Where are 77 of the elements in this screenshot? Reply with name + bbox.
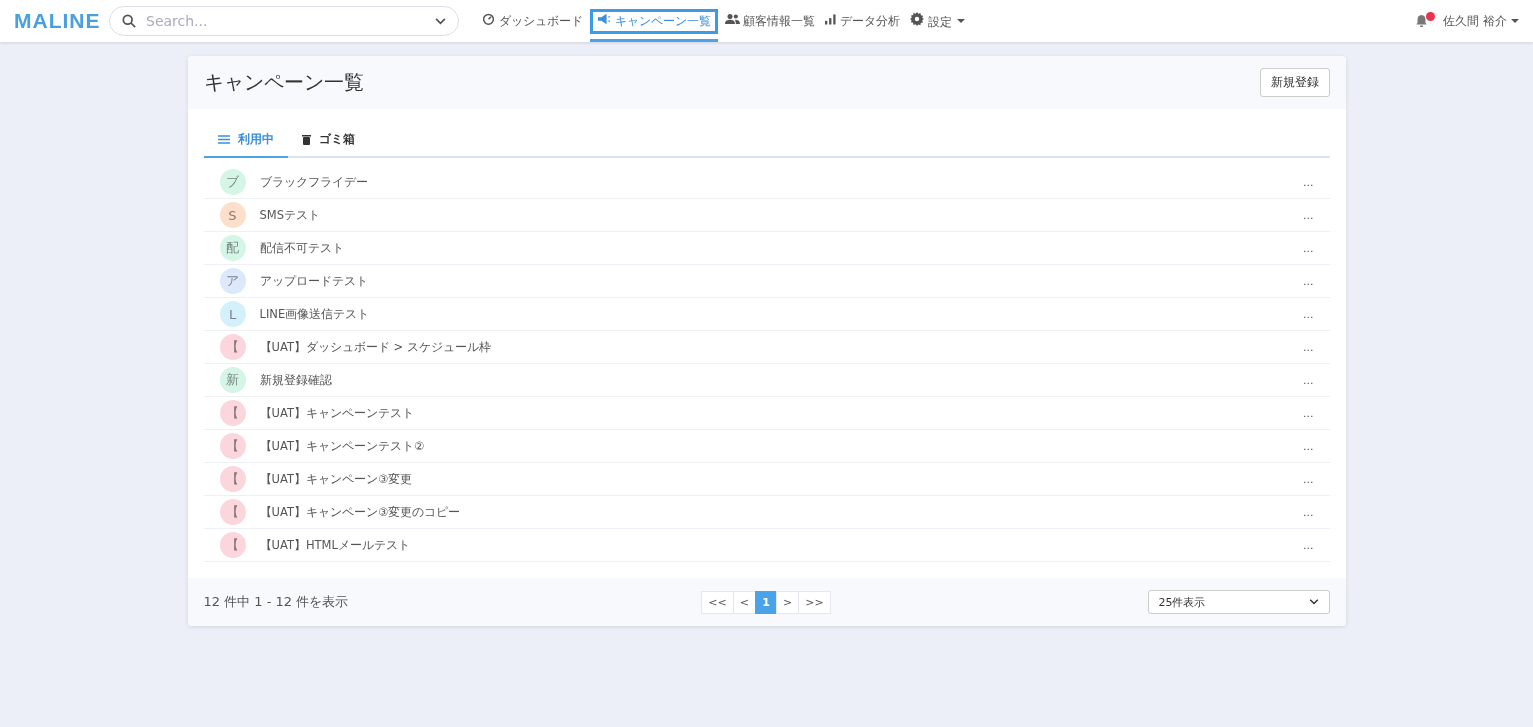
- page-title: キャンペーン一覧: [203, 69, 364, 96]
- campaign-name: 【UAT】キャンペーンテスト: [259, 405, 415, 421]
- megaphone-icon: [596, 12, 611, 25]
- gear-icon: [910, 11, 925, 26]
- avatar: 配: [219, 235, 246, 261]
- campaign-row[interactable]: S SMSテスト ...: [203, 199, 1330, 232]
- tab[interactable]: 利用中: [203, 127, 288, 158]
- campaign-name: 新規登録確認: [259, 372, 333, 388]
- page-button[interactable]: >: [776, 590, 800, 614]
- campaign-name: 【UAT】キャンペーン③変更: [259, 471, 414, 487]
- nav-link[interactable]: ダッシュボード: [479, 0, 586, 42]
- more-menu[interactable]: ...: [1303, 373, 1314, 387]
- campaign-row[interactable]: 【 【UAT】キャンペーン③変更 ...: [203, 463, 1330, 496]
- campaign-name: 【UAT】キャンペーン③変更のコピー: [259, 504, 462, 520]
- avatar: ア: [219, 268, 246, 294]
- avatar: 【: [219, 532, 246, 558]
- bar-chart-icon: [825, 12, 837, 25]
- page-button[interactable]: >>: [798, 590, 831, 614]
- avatar: 【: [219, 334, 246, 360]
- campaign-row[interactable]: 【 【UAT】キャンペーンテスト ...: [203, 397, 1330, 430]
- more-menu[interactable]: ...: [1303, 439, 1314, 453]
- avatar: 【: [219, 433, 246, 459]
- avatar: 【: [219, 466, 246, 492]
- campaign-row[interactable]: 新 新規登録確認 ...: [203, 364, 1330, 397]
- list-icon: [217, 135, 230, 144]
- avatar: L: [219, 301, 246, 327]
- bell-icon[interactable]: [1415, 14, 1432, 28]
- more-menu[interactable]: ...: [1303, 406, 1314, 420]
- campaign-name: ブラックフライデー: [259, 174, 369, 190]
- campaign-row[interactable]: 配 配信不可テスト ...: [203, 232, 1330, 265]
- avatar: ブ: [219, 169, 246, 195]
- people-icon: [724, 12, 740, 25]
- avatar: 【: [219, 499, 246, 525]
- more-menu[interactable]: ...: [1303, 241, 1314, 255]
- campaign-row[interactable]: ブ ブラックフライデー ...: [203, 166, 1330, 199]
- nav-link[interactable]: キャンペーン一覧: [589, 0, 718, 42]
- chevron-down-icon: [435, 18, 446, 25]
- caret-icon: [957, 19, 966, 23]
- campaign-row[interactable]: 【 【UAT】HTMLメールテスト ...: [203, 529, 1330, 562]
- more-menu[interactable]: ...: [1303, 538, 1314, 552]
- more-menu[interactable]: ...: [1303, 208, 1314, 222]
- campaign-row[interactable]: ア アップロードテスト ...: [203, 265, 1330, 298]
- user-menu[interactable]: 佐久間 裕介: [1443, 12, 1519, 30]
- campaign-row[interactable]: L LINE画像送信テスト ...: [203, 298, 1330, 331]
- avatar: 【: [219, 400, 246, 426]
- nav-link[interactable]: データ分析: [822, 0, 904, 42]
- nav-link[interactable]: 顧客情報一覧: [721, 0, 819, 42]
- campaign-row[interactable]: 【 【UAT】ダッシュボード > スケジュール枠 ...: [203, 331, 1330, 364]
- avatar: S: [219, 202, 246, 228]
- campaign-name: LINE画像送信テスト: [259, 306, 371, 322]
- result-summary: 12 件中 1 - 12 件を表示: [203, 593, 350, 611]
- page-button[interactable]: <: [732, 590, 756, 614]
- chevron-down-icon: [1308, 599, 1319, 605]
- campaign-name: 【UAT】ダッシュボード > スケジュール枠: [259, 339, 492, 355]
- more-menu[interactable]: ...: [1303, 472, 1314, 486]
- campaign-row[interactable]: 【 【UAT】キャンペーン③変更のコピー ...: [203, 496, 1330, 529]
- nav-link[interactable]: 設定: [907, 0, 969, 42]
- tab[interactable]: ゴミ箱: [287, 127, 369, 158]
- avatar: 新: [219, 367, 246, 393]
- new-button[interactable]: 新規登録: [1259, 68, 1330, 97]
- campaign-name: 【UAT】キャンペーンテスト②: [259, 438, 426, 454]
- more-menu[interactable]: ...: [1303, 505, 1314, 519]
- search-icon: [122, 14, 136, 28]
- more-menu[interactable]: ...: [1303, 175, 1314, 189]
- more-menu[interactable]: ...: [1303, 340, 1314, 354]
- campaign-name: 【UAT】HTMLメールテスト: [259, 537, 411, 553]
- gauge-icon: [482, 12, 495, 25]
- campaign-name: SMSテスト: [259, 207, 322, 223]
- trash-icon: [301, 134, 311, 145]
- campaign-row[interactable]: 【 【UAT】キャンペーンテスト② ...: [203, 430, 1330, 463]
- page-button[interactable]: <<: [701, 590, 734, 614]
- more-menu[interactable]: ...: [1303, 307, 1314, 321]
- more-menu[interactable]: ...: [1303, 274, 1314, 288]
- page-size-select[interactable]: 25件表示: [1147, 590, 1330, 614]
- campaign-name: アップロードテスト: [259, 273, 369, 289]
- campaign-name: 配信不可テスト: [259, 240, 345, 256]
- search-field[interactable]: Search...: [109, 6, 459, 36]
